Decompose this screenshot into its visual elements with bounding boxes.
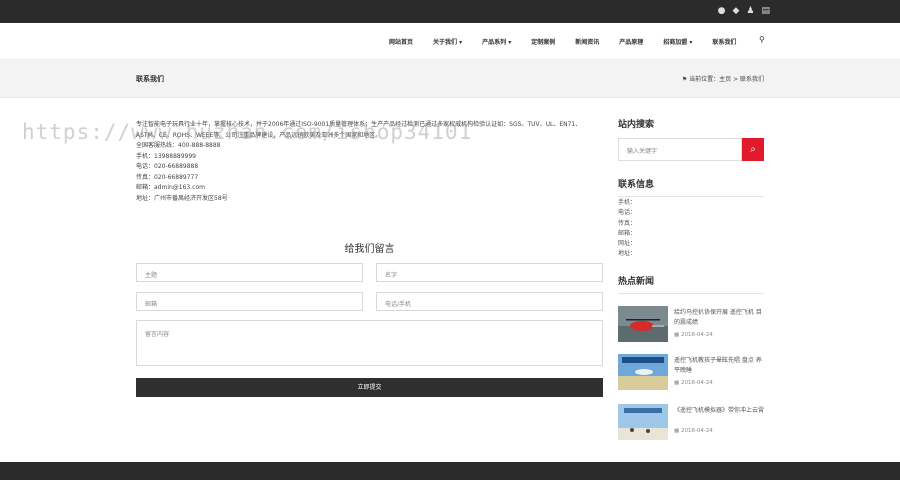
nav-item-principle[interactable]: 产品原理 <box>619 37 643 46</box>
contact-title: 联系信息 <box>618 180 655 190</box>
news-thumb-simulator[interactable] <box>618 404 668 440</box>
news-item[interactable]: 《遥控飞机模拟器》带你冲上云霄 ▦ 2016-04-24 <box>618 404 764 444</box>
news-date: ▦ 2016-04-24 <box>674 332 713 338</box>
calendar-icon: ▦ <box>674 380 681 386</box>
nav-menu: 网站首页 关于我们 ▾ 产品系列 ▾ 定制案例 新闻资讯 产品原理 招商加盟 ▾… <box>389 35 765 46</box>
divider <box>618 196 764 197</box>
cart-icon[interactable]: ▤ <box>761 6 770 16</box>
top-icons: ● ◆ ♟ ▤ <box>718 6 770 16</box>
contact-address: 地址： <box>618 250 637 258</box>
contact-website: 网址： <box>618 240 637 248</box>
name-input[interactable]: 名字 <box>376 263 603 282</box>
search-button[interactable]: ⌕ <box>742 138 764 161</box>
search-title: 站内搜索 <box>618 120 655 130</box>
news-title-text[interactable]: 遥控飞机教孩子晕眩先唱 盘点 养平晚睡 <box>674 356 764 376</box>
footer <box>0 462 900 480</box>
news-thumb-drone[interactable] <box>618 354 668 390</box>
submit-button[interactable]: 立即提交 <box>136 378 603 397</box>
mobile-line: 手机：13988889999 <box>136 152 196 160</box>
email-line: 邮箱：admin@163.com <box>136 184 205 191</box>
news-section: 热点新闻 <box>618 274 764 294</box>
company-intro: 专注智能电子玩具行业十年，掌握核心技术，并于2006年通过ISO-9001质量管… <box>136 121 582 139</box>
news-date: ▦ 2016-04-24 <box>674 380 713 386</box>
hotline-line: 全国客服热线：400-888-8888 <box>136 142 221 149</box>
site-search-input[interactable]: 输入关键字 <box>618 138 742 161</box>
contact-list: 手机： 电话： 传真： 邮箱： 网址： 地址： <box>618 198 636 260</box>
news-date-text: 2016-04-24 <box>680 428 713 434</box>
email-input[interactable]: 邮箱 <box>136 292 363 311</box>
news-title-text[interactable]: 给约马控扒协保开展 遥控飞机 目的震成绩 <box>674 308 764 328</box>
nav-item-news[interactable]: 新闻资讯 <box>575 37 599 46</box>
weibo-icon[interactable]: ● <box>718 6 726 16</box>
news-thumb-helicopter[interactable] <box>618 306 668 342</box>
top-bar: ● ◆ ♟ ▤ <box>0 0 900 23</box>
breadcrumb: ⚑ 当前位置：主页 > 联系我们 <box>682 74 764 83</box>
contact-phone: 电话： <box>618 209 637 217</box>
search-icon[interactable]: ⚲ <box>759 35 765 44</box>
user-icon[interactable]: ♟ <box>746 6 754 16</box>
news-date-text: 2016-04-24 <box>680 380 713 386</box>
message-textarea[interactable]: 留言内容 <box>136 320 603 366</box>
nav-item-home[interactable]: 网站首页 <box>389 37 413 46</box>
divider <box>618 293 764 294</box>
nav-item-cases[interactable]: 定制案例 <box>531 37 555 46</box>
calendar-icon: ▦ <box>674 428 681 434</box>
phone-input[interactable]: 电话/手机 <box>376 292 603 311</box>
wechat-icon[interactable]: ◆ <box>732 6 739 16</box>
news-title: 热点新闻 <box>618 277 655 287</box>
nav-item-about[interactable]: 关于我们 ▾ <box>433 37 462 46</box>
breadcrumb-bar: 联系我们 ⚑ 当前位置：主页 > 联系我们 <box>0 60 900 98</box>
news-date: ▦ 2016-04-24 <box>674 428 713 434</box>
main-nav: 网站首页 关于我们 ▾ 产品系列 ▾ 定制案例 新闻资讯 产品原理 招商加盟 ▾… <box>0 23 900 60</box>
nav-item-contact[interactable]: 联系我们 <box>712 37 736 46</box>
search-section: 站内搜索 <box>618 117 764 130</box>
breadcrumb-text[interactable]: 当前位置：主页 > 联系我们 <box>689 76 764 83</box>
news-item[interactable]: 遥控飞机教孩子晕眩先唱 盘点 养平晚睡 ▦ 2016-04-24 <box>618 354 764 394</box>
search-icon: ⌕ <box>750 144 756 155</box>
news-title-text[interactable]: 《遥控飞机模拟器》带你冲上云霄 <box>674 406 764 416</box>
contact-content: 专注智能电子玩具行业十年，掌握核心技术，并于2006年通过ISO-9001质量管… <box>136 120 606 204</box>
address-line: 地址：广州市番禺经济开发区58号 <box>136 194 228 202</box>
contact-fax: 传真： <box>618 219 637 227</box>
calendar-icon: ▦ <box>674 332 681 338</box>
nav-item-products[interactable]: 产品系列 ▾ <box>482 37 511 46</box>
theme-input[interactable]: 主题 <box>136 263 363 282</box>
contact-email: 邮箱： <box>618 229 637 237</box>
news-item[interactable]: 给约马控扒协保开展 遥控飞机 目的震成绩 ▦ 2016-04-24 <box>618 306 764 346</box>
contact-mobile: 手机： <box>618 199 637 206</box>
phone-line: 电话：020-66889888 <box>136 163 199 170</box>
nav-item-join[interactable]: 招商加盟 ▾ <box>663 37 692 46</box>
fax-line: 传真：020-66889777 <box>136 173 199 181</box>
page-title: 联系我们 <box>136 75 164 83</box>
contact-section: 联系信息 <box>618 177 764 197</box>
form-title: 给我们留言 <box>344 244 395 255</box>
news-date-text: 2016-04-24 <box>680 332 713 338</box>
